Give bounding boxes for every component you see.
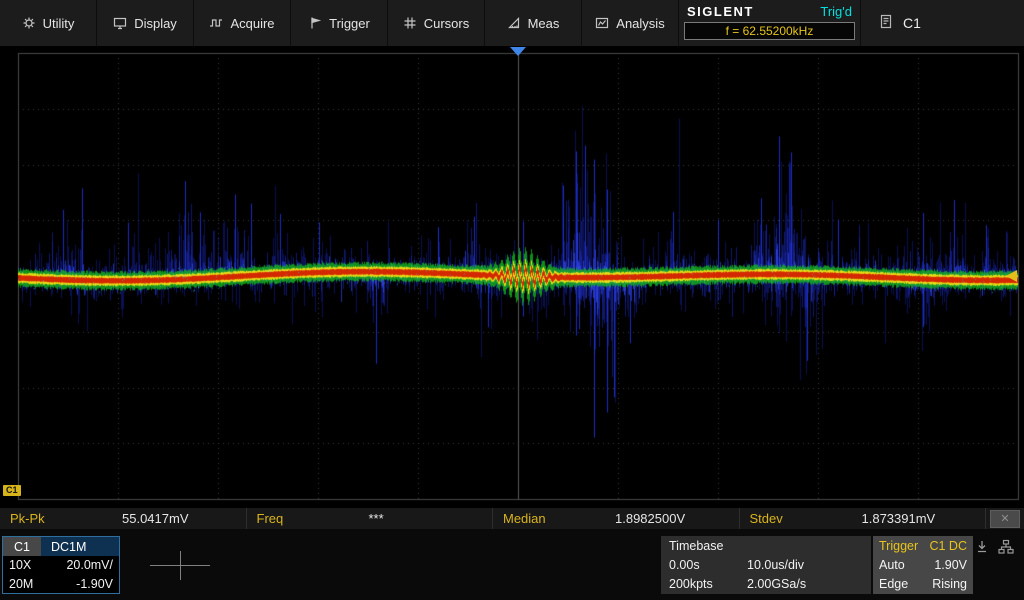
menu-utility-label: Utility (42, 15, 75, 31)
measurement-label: Freq (256, 511, 284, 526)
menu-trigger[interactable]: Trigger (291, 0, 388, 46)
bottom-status-bar: C1 DC1M 10X 20.0mV/ 20M -1.90V Timebase … (0, 529, 1024, 600)
timebase-title: Timebase (669, 538, 724, 553)
menu-display[interactable]: Display (97, 0, 194, 46)
display-icon (113, 16, 127, 30)
trigger-position-marker[interactable] (510, 47, 526, 56)
gear-icon (22, 16, 36, 30)
menu-trigger-label: Trigger (329, 15, 370, 31)
menu-analysis-label: Analysis (616, 15, 665, 31)
acquire-wave-icon (209, 16, 223, 30)
measure-ruler-icon (507, 16, 521, 30)
menu-meas-label: Meas (527, 15, 560, 31)
channel-trace-badge: C1 (3, 485, 21, 496)
channel-offset: -1.90V (76, 576, 113, 591)
measurement-value: 1.873391mV (861, 511, 936, 526)
timebase-memory: 200kpts (669, 577, 713, 592)
menu-acquire[interactable]: Acquire (194, 0, 291, 46)
timebase-panel[interactable]: Timebase 0.00s 10.0us/div 200kpts 2.00GS… (661, 536, 871, 594)
usb-arrow-down-icon[interactable] (975, 539, 989, 560)
trigger-title: Trigger (879, 538, 919, 553)
measurement-bar: Pk-Pk 55.0417mV Freq *** Median 1.898250… (0, 507, 1024, 529)
trigger-type: Edge (879, 577, 909, 592)
active-channel-indicator[interactable]: C1 (903, 15, 921, 31)
timebase-samplerate: 2.00GSa/s (747, 577, 807, 592)
trigger-flag-icon (308, 16, 322, 30)
menu-cursors-label: Cursors (423, 15, 470, 31)
trigger-source: C1 DC (929, 538, 967, 553)
frequency-counter: f = 62.55200kHz (684, 22, 855, 40)
measurement-value: 55.0417mV (122, 511, 189, 526)
waveform-display-area: C1 (0, 46, 1024, 507)
trigger-level: 1.90V (934, 557, 967, 572)
menu-meas[interactable]: Meas (485, 0, 582, 46)
measurement-label: Median (503, 511, 546, 526)
cursors-icon (403, 16, 417, 30)
channel-coupling: DC1M (41, 537, 119, 556)
io-status-icons (975, 539, 1014, 560)
channel-name: C1 (3, 537, 41, 556)
menu-display-label: Display (134, 15, 177, 31)
siglent-logo: SIGLENT (687, 4, 754, 19)
close-icon: ✕ (1000, 513, 1010, 525)
trigger-panel[interactable]: Trigger C1 DC Auto 1.90V Edge Rising (873, 536, 973, 594)
channel1-descriptor-panel[interactable]: C1 DC1M 10X 20.0mV/ 20M -1.90V (2, 536, 120, 594)
crosshair-vertical-line (180, 551, 181, 580)
timebase-scale: 10.0us/div (747, 557, 804, 572)
measurement-label: Stdev (749, 511, 783, 526)
menu-utility[interactable]: Utility (0, 0, 97, 46)
measurement-label: Pk-Pk (10, 511, 45, 526)
top-menu-bar: Utility Display Acquire Trigger Cursors … (0, 0, 1024, 46)
timebase-delay: 0.00s (669, 557, 700, 572)
brand-status-block: SIGLENT Trig'd f = 62.55200kHz (679, 0, 861, 46)
measurement-value: 1.8982500V (615, 511, 686, 526)
trigger-slope: Rising (932, 577, 967, 592)
menu-acquire-label: Acquire (230, 15, 275, 31)
channel-probe: 10X (9, 558, 32, 573)
analysis-chart-icon (595, 16, 609, 30)
oscilloscope-screen: { "menu": { "items": [ {"label": "Utilit… (0, 0, 1024, 600)
menu-analysis[interactable]: Analysis (582, 0, 679, 46)
measurement-pkpk[interactable]: Pk-Pk 55.0417mV (0, 508, 247, 529)
measurement-stdev[interactable]: Stdev 1.873391mV (740, 508, 986, 529)
measurement-freq[interactable]: Freq *** (247, 508, 493, 529)
channel-bandwidth: 20M (9, 576, 34, 591)
trigger-mode: Auto (879, 557, 905, 572)
waveform-canvas[interactable] (0, 46, 1024, 507)
measurement-value: *** (368, 511, 384, 526)
trigger-status: Trig'd (820, 4, 852, 19)
menu-cursors[interactable]: Cursors (388, 0, 485, 46)
network-lan-icon[interactable] (998, 539, 1014, 560)
history-list-icon[interactable] (879, 14, 893, 32)
active-channel-block: C1 (861, 0, 1024, 46)
measurement-median[interactable]: Median 1.8982500V (493, 508, 740, 529)
channel-scale: 20.0mV/ (66, 558, 113, 573)
trigger-level-marker[interactable] (1006, 270, 1017, 282)
close-measurements-button[interactable]: ✕ (990, 509, 1020, 528)
offset-crosshair (125, 536, 235, 594)
